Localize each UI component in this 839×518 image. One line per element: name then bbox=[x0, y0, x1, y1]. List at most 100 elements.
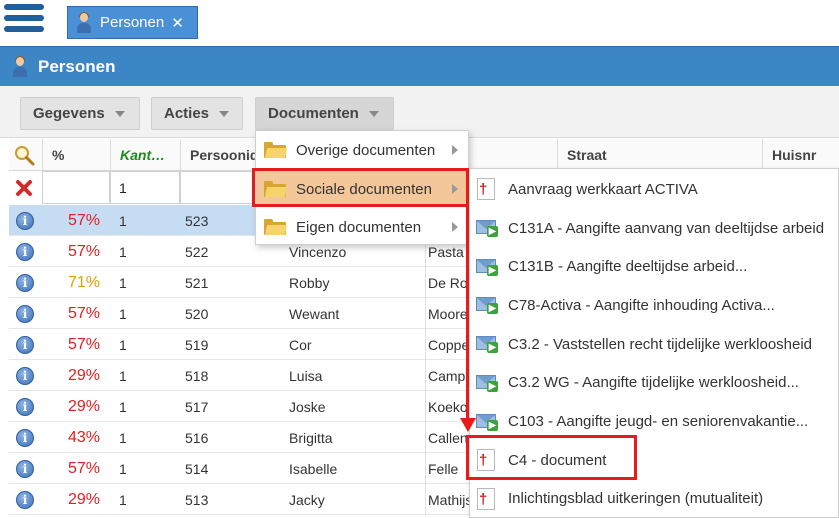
cell-persoonid: 521 bbox=[185, 274, 209, 291]
submenu-item-label: Inlichtingsblad uitkeringen (mutualiteit… bbox=[508, 490, 764, 508]
info-icon[interactable]: i bbox=[16, 453, 38, 484]
chevron-right-icon bbox=[452, 145, 458, 155]
annotation-arrow-line bbox=[466, 205, 469, 420]
documenten-button[interactable]: Documenten bbox=[255, 97, 394, 130]
submenu-item[interactable]: ▶ C78-Activa - Aangifte inhouding Activa.… bbox=[470, 286, 838, 325]
cell-kantoor: 1 bbox=[119, 212, 127, 229]
mail-send-icon: ▶ bbox=[476, 217, 498, 239]
folder-icon bbox=[264, 142, 288, 158]
cell-voornaam: Wewant bbox=[289, 305, 340, 322]
caret-down-icon bbox=[368, 110, 379, 117]
close-icon[interactable]: ✕ bbox=[171, 14, 184, 32]
cell-persoonid: 516 bbox=[185, 429, 209, 446]
info-icon[interactable]: i bbox=[16, 267, 38, 298]
annotation-highlight-c4 bbox=[466, 435, 637, 480]
acties-label: Acties bbox=[164, 105, 210, 122]
cell-persoonid: 513 bbox=[185, 491, 209, 508]
cell-persoonid: 520 bbox=[185, 305, 209, 322]
caret-down-icon bbox=[219, 110, 230, 117]
cell-voornaam: Isabelle bbox=[289, 460, 338, 477]
panel-title: Personen bbox=[38, 56, 116, 76]
clear-filter-icon[interactable] bbox=[9, 175, 39, 201]
panel-header: Personen bbox=[0, 46, 839, 86]
column-pct[interactable]: % bbox=[42, 139, 110, 171]
tab-label: Personen bbox=[100, 14, 165, 31]
caret-down-icon bbox=[114, 110, 125, 117]
submenu-item[interactable]: ▶ C131B - Aangifte deeltijdse arbeid... bbox=[470, 247, 838, 286]
submenu-item-label: C78-Activa - Aangifte inhouding Activa..… bbox=[508, 296, 775, 314]
cell-voornaam: Luisa bbox=[289, 367, 323, 384]
cell-voornaam: Robby bbox=[289, 274, 330, 291]
submenu-item-label: C3.2 WG - Aangifte tijdelijke werklooshe… bbox=[508, 374, 799, 392]
tab-personen[interactable]: Personen ✕ bbox=[67, 6, 198, 39]
info-icon[interactable]: i bbox=[16, 422, 38, 453]
cell-kantoor: 1 bbox=[119, 491, 127, 508]
info-icon[interactable]: i bbox=[16, 329, 38, 360]
cell-kantoor: 1 bbox=[119, 274, 127, 291]
person-icon bbox=[12, 55, 28, 77]
cell-pct: 57% bbox=[67, 242, 100, 260]
cell-kantoor: 1 bbox=[119, 243, 127, 260]
cell-pct: 57% bbox=[67, 335, 100, 353]
mail-send-icon: ▶ bbox=[476, 333, 498, 355]
cell-voornaam: Jacky bbox=[289, 491, 325, 508]
pdf-icon: † bbox=[476, 178, 496, 201]
submenu-item-label: C131A - Aangifte aanvang van deeltijdse … bbox=[508, 219, 825, 237]
info-icon[interactable]: i bbox=[16, 236, 38, 267]
info-icon[interactable]: i bbox=[16, 298, 38, 329]
gegevens-button[interactable]: Gegevens bbox=[20, 97, 140, 130]
cell-kantoor: 1 bbox=[119, 460, 127, 477]
info-icon[interactable]: i bbox=[16, 391, 38, 422]
cell-kantoor: 1 bbox=[119, 429, 127, 446]
column-huisnr[interactable]: Huisnr bbox=[762, 139, 839, 171]
menu-item-label: Overige documenten bbox=[296, 141, 436, 159]
cell-pct: 57% bbox=[67, 459, 100, 477]
gegevens-label: Gegevens bbox=[33, 105, 105, 122]
search-icon[interactable] bbox=[9, 139, 42, 171]
mail-send-icon: ▶ bbox=[476, 372, 498, 394]
submenu-item[interactable]: ▶ C3.2 - Vaststellen recht tijdelijke wer… bbox=[470, 325, 838, 364]
pdf-icon: † bbox=[476, 487, 496, 510]
filter-kantoor-input[interactable]: 1 bbox=[110, 171, 180, 204]
mail-send-icon: ▶ bbox=[476, 294, 498, 316]
cell-persoonid: 518 bbox=[185, 367, 209, 384]
menu-item-overige-documenten[interactable]: Overige documenten bbox=[256, 132, 468, 168]
cell-pct: 29% bbox=[67, 366, 100, 384]
submenu-item[interactable]: ▶ C3.2 WG - Aangifte tijdelijke werkloosh… bbox=[470, 364, 838, 403]
mail-send-icon: ▶ bbox=[476, 256, 498, 278]
cell-kantoor: 1 bbox=[119, 305, 127, 322]
column-straat[interactable]: Straat bbox=[557, 139, 765, 171]
submenu-item-label: C131B - Aangifte deeltijdse arbeid... bbox=[508, 258, 748, 276]
cell-kantoor: 1 bbox=[119, 367, 127, 384]
cell-voornaam: Joske bbox=[289, 398, 326, 415]
submenu-item-label: Aanvraag werkkaart ACTIVA bbox=[508, 180, 698, 198]
cell-pct: 57% bbox=[67, 304, 100, 322]
submenu-item-label: C103 - Aangifte jeugd- en seniorenvakant… bbox=[508, 413, 809, 431]
submenu-item[interactable]: ▶ C131A - Aangifte aanvang van deeltijdse… bbox=[470, 209, 838, 248]
submenu-item[interactable]: † Aanvraag werkkaart ACTIVA bbox=[470, 170, 838, 209]
menu-item-label: Eigen documenten bbox=[296, 218, 422, 236]
chevron-right-icon bbox=[452, 222, 458, 232]
cell-pct: 29% bbox=[67, 397, 100, 415]
filter-pct-input[interactable] bbox=[42, 171, 110, 204]
cell-voornaam: Cor bbox=[289, 336, 312, 353]
menu-item-eigen-documenten[interactable]: Eigen documenten bbox=[256, 209, 468, 245]
hamburger-menu-icon[interactable] bbox=[4, 4, 44, 40]
cell-pct: 57% bbox=[67, 211, 100, 229]
column-persoonid[interactable]: Persoonid bbox=[180, 139, 258, 171]
cell-persoonid: 517 bbox=[185, 398, 209, 415]
info-icon[interactable]: i bbox=[16, 205, 38, 236]
annotation-highlight-sociale bbox=[252, 168, 469, 207]
cell-kantoor: 1 bbox=[119, 398, 127, 415]
info-icon[interactable]: i bbox=[16, 484, 38, 515]
info-icon[interactable]: i bbox=[16, 360, 38, 391]
cell-pct: 29% bbox=[67, 490, 100, 508]
cell-voornaam: Brigitta bbox=[289, 429, 333, 446]
cell-persoonid: 519 bbox=[185, 336, 209, 353]
column-kantoor[interactable]: Kant… bbox=[110, 139, 180, 171]
submenu-item[interactable]: † Inlichtingsblad uitkeringen (mutualitei… bbox=[470, 480, 838, 518]
acties-button[interactable]: Acties bbox=[151, 97, 243, 130]
mail-send-icon: ▶ bbox=[476, 411, 498, 433]
filter-persoonid-input[interactable] bbox=[180, 171, 260, 204]
cell-kantoor: 1 bbox=[119, 336, 127, 353]
